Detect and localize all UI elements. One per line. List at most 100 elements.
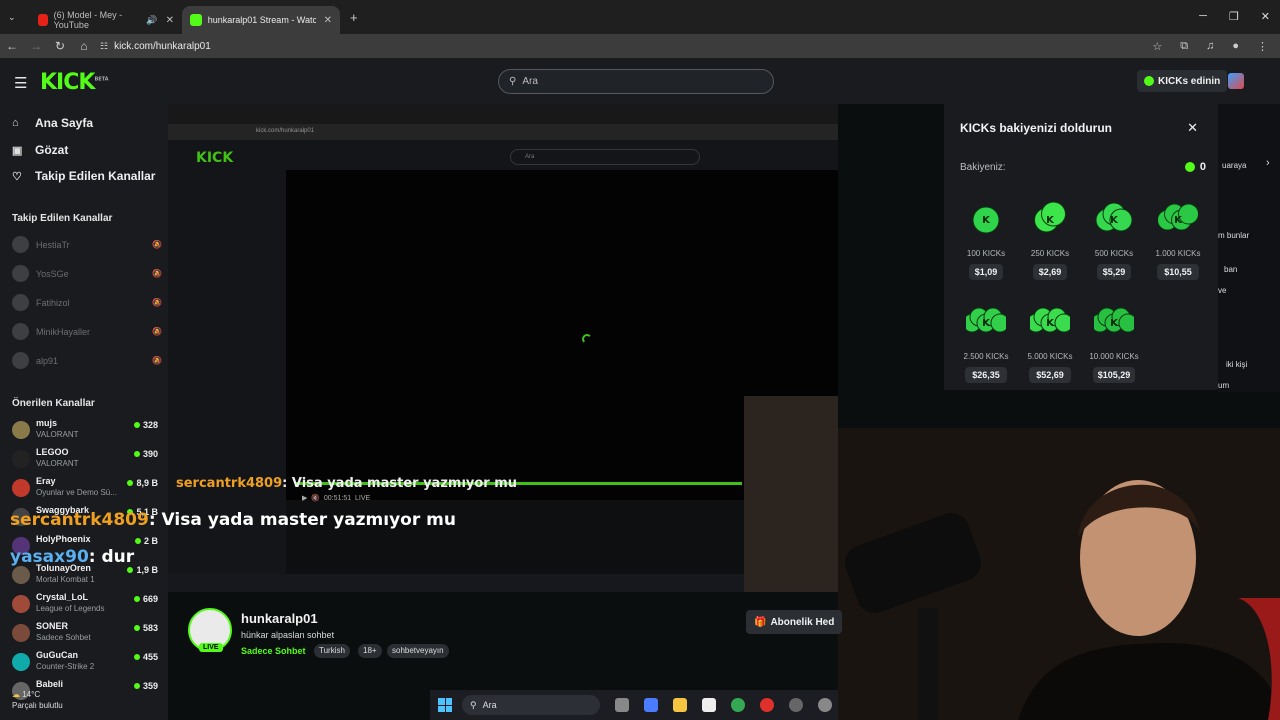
followed-channel[interactable]: alp91 🔕 <box>12 352 162 369</box>
svg-text:K: K <box>982 318 991 329</box>
viewer-count: 583 <box>134 623 158 633</box>
followed-channel[interactable]: Fatihizol 🔕 <box>12 294 162 311</box>
app-icon[interactable] <box>789 698 803 712</box>
avatar <box>12 653 30 671</box>
recommended-channel[interactable]: LEGOO VALORANT 390 <box>12 447 162 475</box>
bookmark-star-icon[interactable]: ☆ <box>1152 40 1162 53</box>
close-tab-icon[interactable]: ✕ <box>166 15 174 26</box>
chrome-icon[interactable] <box>731 698 745 712</box>
extensions-icon[interactable]: ⧉ <box>1180 40 1188 53</box>
channel-category: VALORANT <box>36 459 79 468</box>
minimize-icon[interactable]: ─ <box>1199 10 1207 23</box>
weather-icon: ☁ <box>12 690 20 699</box>
browser-tabbar: ⌄ (6) Model - Mey - YouTube 🔊 ✕ hunkaral… <box>0 0 1280 34</box>
maximize-icon[interactable]: ❐ <box>1229 10 1239 23</box>
channel-name: HolyPhoenix <box>36 534 91 544</box>
viewer-count: 8,9 B <box>127 478 158 488</box>
tab-youtube[interactable]: (6) Model - Mey - YouTube 🔊 ✕ <box>30 6 182 34</box>
kicks-pack[interactable]: K 2.500 KICKs $26,35 <box>958 301 1014 391</box>
kicks-pack[interactable]: K 100 KICKs $1,09 <box>958 198 1014 288</box>
copilot-icon[interactable] <box>644 698 658 712</box>
kicks-pack[interactable]: K 250 KICKs $2,69 <box>1022 198 1078 288</box>
recommended-channel[interactable]: Eray Oyunlar ve Demo Sü... 8,9 B <box>12 476 162 504</box>
youtube-icon <box>38 14 48 26</box>
chat-panel: uaraya › m bunlar ban ve iki kişi um <box>1218 104 1280 392</box>
tab-kick[interactable]: hunkaralp01 Stream - Watch Li... ✕ <box>182 6 340 34</box>
app-icon[interactable] <box>818 698 832 712</box>
pack-price-button[interactable]: $26,35 <box>965 367 1007 383</box>
file-explorer-icon[interactable] <box>673 698 687 712</box>
profile-icon[interactable]: ● <box>1232 40 1239 52</box>
back-icon[interactable]: ← <box>0 39 24 53</box>
kicks-coin-icon <box>1184 162 1195 172</box>
windows-start-icon[interactable] <box>438 698 452 712</box>
tag-language[interactable]: Turkish <box>314 644 350 658</box>
notepad-icon[interactable] <box>702 698 716 712</box>
pack-price-button[interactable]: $52,69 <box>1029 367 1071 383</box>
followed-channel[interactable]: HestiaTr 🔕 <box>12 236 162 253</box>
chat-overlay-line: yasax90: dur <box>10 547 135 567</box>
pack-price-button[interactable]: $1,09 <box>969 264 1003 280</box>
kicks-pack[interactable]: K 1.000 KICKs $10,55 <box>1150 198 1206 288</box>
sidebar-item-browse[interactable]: ▣ Gözat <box>12 143 68 157</box>
pack-price-button[interactable]: $5,29 <box>1097 264 1131 280</box>
chevron-right-icon[interactable]: › <box>1266 157 1270 169</box>
kicks-gem-icon: K <box>972 206 1000 234</box>
stream-category[interactable]: Sadece Sohbet <box>241 646 306 656</box>
search-input[interactable]: ⚲ Ara <box>498 69 774 94</box>
chat-line: m bunlar <box>1218 231 1250 240</box>
pack-amount: 500 KICKs <box>1094 249 1134 258</box>
followed-channel[interactable]: MinikHayaller 🔕 <box>12 323 162 340</box>
channel-name[interactable]: hunkaralp01 <box>241 611 318 626</box>
forward-icon[interactable]: → <box>24 39 48 53</box>
taskbar-search[interactable]: ⚲ Ara <box>462 695 600 715</box>
sidebar-item-following[interactable]: ♡ Takip Edilen Kanallar <box>12 169 155 183</box>
reload-icon[interactable]: ↻ <box>48 39 72 53</box>
sidebar-item-home[interactable]: ⌂ Ana Sayfa <box>12 116 93 130</box>
pack-price-button[interactable]: $105,29 <box>1093 367 1135 383</box>
opera-icon[interactable] <box>760 698 774 712</box>
home-icon[interactable]: ⌂ <box>72 39 96 53</box>
kick-logo[interactable]: KICKBETA <box>40 70 109 95</box>
gift-subscription-button[interactable]: 🎁 Abonelik Hed <box>746 610 843 634</box>
tag-custom[interactable]: sohbetveyayın <box>387 644 449 658</box>
url-field[interactable]: kick.com/hunkaralp01 <box>114 41 211 52</box>
new-tab-icon[interactable]: + <box>350 10 358 25</box>
close-window-icon[interactable]: ✕ <box>1261 10 1270 23</box>
chat-line: iki kişi <box>1226 360 1248 369</box>
followed-channel[interactable]: YosSGe 🔕 <box>12 265 162 282</box>
recommended-channel[interactable]: mujs VALORANT 328 <box>12 418 162 446</box>
channel-name: mujs <box>36 418 58 428</box>
user-avatar[interactable] <box>1228 73 1244 89</box>
get-kicks-button[interactable]: KICKs edinin <box>1137 70 1228 92</box>
recommended-channel[interactable]: GuGuCan Counter-Strike 2 455 <box>12 650 162 678</box>
pack-amount: 2.500 KICKs <box>963 352 1009 361</box>
recommended-channel[interactable]: Crystal_LoL League of Legends 669 <box>12 592 162 620</box>
close-icon[interactable]: ✕ <box>1187 120 1198 136</box>
recommended-channel[interactable]: SONER Sadece Sohbet 583 <box>12 621 162 649</box>
chat-line: um <box>1218 381 1230 390</box>
menu-icon[interactable]: ⋮ <box>1257 40 1268 53</box>
recommended-channel[interactable]: TolunayOren Mortal Kombat 1 1,9 B <box>12 563 162 591</box>
search-icon: ⚲ <box>470 699 477 710</box>
followed-header: Takip Edilen Kanallar <box>12 213 113 224</box>
kicks-pack[interactable]: K 10.000 KICKs $105,29 <box>1086 301 1142 391</box>
channel-name: GuGuCan <box>36 650 78 660</box>
tag-age[interactable]: 18+ <box>358 644 382 658</box>
kicks-pack[interactable]: K 5.000 KICKs $52,69 <box>1022 301 1078 391</box>
task-view-icon[interactable] <box>615 698 629 712</box>
chat-line: ve <box>1218 286 1227 295</box>
audio-icon: 🔊 <box>146 14 158 25</box>
close-tab-icon[interactable]: ✕ <box>324 15 332 26</box>
pack-price-button[interactable]: $2,69 <box>1033 264 1067 280</box>
site-info-icon[interactable]: ☷ <box>100 41 108 52</box>
window-controls: ─ ❐ ✕ <box>1199 10 1270 23</box>
pack-amount: 250 KICKs <box>1030 249 1070 258</box>
media-icon[interactable]: ♫ <box>1206 40 1214 52</box>
kicks-pack[interactable]: K 500 KICKs $5,29 <box>1086 198 1142 288</box>
avatar <box>12 352 29 369</box>
pack-price-button[interactable]: $10,55 <box>1157 264 1199 280</box>
tab-list-icon[interactable]: ⌄ <box>8 12 22 23</box>
hamburger-icon[interactable]: ☰ <box>14 74 27 92</box>
notification-off-icon: 🔕 <box>152 327 162 336</box>
